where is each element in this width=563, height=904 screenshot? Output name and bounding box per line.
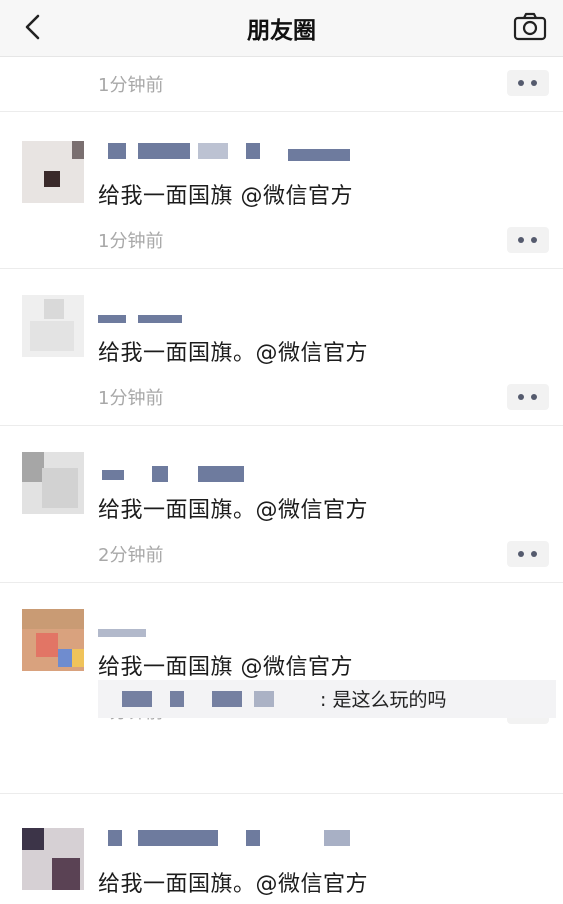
more-options-button[interactable] <box>507 227 549 253</box>
more-options-button[interactable] <box>507 70 549 96</box>
avatar-pixel <box>22 609 84 629</box>
dot-icon <box>531 551 537 557</box>
blur-block <box>254 691 274 707</box>
post-text: 给我一面国旗 @微信官方 <box>98 184 353 209</box>
avatar-pixel <box>58 649 72 667</box>
blur-block <box>98 315 126 323</box>
post-time: 1分钟前 <box>98 388 164 409</box>
avatar-pixel <box>42 468 78 508</box>
post: 给我一面国旗。@微信官方 1分钟前 <box>0 269 563 426</box>
post: 1分钟前 <box>0 57 563 112</box>
avatar[interactable] <box>22 141 84 203</box>
blur-block <box>152 466 168 482</box>
avatar[interactable] <box>22 452 84 514</box>
username-blurred[interactable] <box>98 623 358 641</box>
post-time: 2分钟前 <box>98 545 164 566</box>
post-text: 给我一面国旗 @微信官方 <box>98 655 353 680</box>
more-options-button[interactable] <box>507 384 549 410</box>
username-blurred[interactable] <box>98 830 358 848</box>
blur-block <box>198 143 228 159</box>
post: 给我一面国旗。@微信官方 2分钟前 <box>0 426 563 583</box>
username-blurred[interactable] <box>98 309 358 327</box>
blur-block <box>288 149 350 161</box>
dot-icon <box>518 394 524 400</box>
dot-icon <box>531 394 537 400</box>
blur-block <box>122 691 152 707</box>
blur-block <box>246 830 260 846</box>
avatar-pixel <box>52 858 80 890</box>
avatar-pixel <box>36 633 58 657</box>
blur-block <box>138 830 218 846</box>
blur-block <box>212 691 242 707</box>
avatar[interactable] <box>22 828 84 890</box>
blur-block <box>170 691 184 707</box>
avatar-pixel <box>30 321 74 351</box>
comment-box: : 是这么玩的吗 <box>98 680 556 718</box>
blur-block <box>138 315 182 323</box>
username-blurred[interactable] <box>98 143 358 161</box>
camera-icon[interactable] <box>513 11 547 41</box>
blur-block <box>108 830 122 846</box>
dot-icon <box>531 237 537 243</box>
username-blurred[interactable] <box>98 466 358 484</box>
post-text: 给我一面国旗。@微信官方 <box>98 498 369 523</box>
post-time: 1分钟前 <box>98 231 164 252</box>
avatar[interactable] <box>22 295 84 357</box>
post: 给我一面国旗 @微信官方 1分钟前 <box>0 112 563 269</box>
avatar-pixel <box>44 171 60 187</box>
blur-block <box>324 830 350 846</box>
dot-icon <box>531 80 537 86</box>
blur-block <box>98 629 146 637</box>
blur-block <box>102 470 124 480</box>
blur-block <box>108 143 126 159</box>
blur-block <box>138 143 190 159</box>
dot-icon <box>518 237 524 243</box>
post-text: 给我一面国旗。@微信官方 <box>98 341 369 366</box>
avatar[interactable] <box>22 609 84 671</box>
avatar-pixel <box>72 649 84 667</box>
more-options-button[interactable] <box>507 541 549 567</box>
page-title: 朋友圈 <box>247 18 316 44</box>
dot-icon <box>518 80 524 86</box>
blur-block <box>246 143 260 159</box>
blur-block <box>198 466 244 482</box>
avatar-pixel <box>22 828 44 850</box>
avatar-pixel <box>72 141 84 159</box>
comment-text: : 是这么玩的吗 <box>320 689 447 711</box>
post-text: 给我一面国旗。@微信官方 <box>98 872 369 897</box>
avatar-pixel <box>44 299 64 319</box>
navbar: 朋友圈 <box>0 0 563 57</box>
dot-icon <box>518 551 524 557</box>
post: 给我一面国旗。@微信官方 <box>0 794 563 904</box>
post-time: 1分钟前 <box>98 75 164 96</box>
avatar-pixel <box>22 452 44 482</box>
